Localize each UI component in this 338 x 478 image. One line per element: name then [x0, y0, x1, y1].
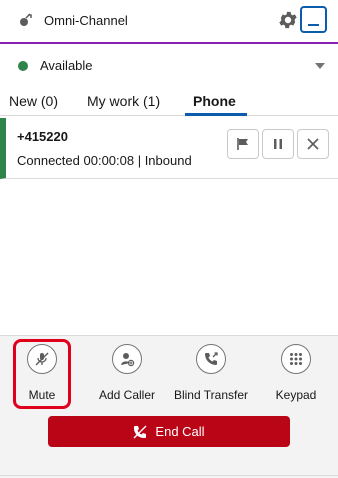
- footer-divider: [0, 475, 338, 476]
- mute-icon: [27, 344, 57, 374]
- tab-my-work[interactable]: My work (1): [87, 93, 160, 109]
- gear-icon[interactable]: [277, 9, 299, 31]
- active-tab-indicator: [185, 113, 247, 116]
- keypad-label: Keypad: [275, 388, 317, 402]
- call-status: Connected 00:00:08 | Inbound: [17, 153, 192, 168]
- status-dot: [18, 61, 28, 71]
- call-controls-panel: Mute Add Caller Blind Transfer Keypad En…: [0, 335, 338, 478]
- tab-phone[interactable]: Phone: [193, 93, 236, 109]
- end-call-label: End Call: [155, 424, 205, 439]
- omni-channel-header: Omni-Channel: [0, 0, 338, 44]
- chevron-down-icon: [315, 63, 325, 69]
- caller-number: +415220: [17, 129, 68, 144]
- flag-icon: [237, 138, 248, 150]
- hold-button[interactable]: [262, 129, 294, 159]
- keypad-icon: [281, 344, 311, 374]
- add-caller-button[interactable]: Add Caller: [96, 344, 158, 402]
- tab-new[interactable]: New (0): [9, 93, 58, 109]
- keypad-button[interactable]: Keypad: [273, 344, 319, 402]
- blind-transfer-label: Blind Transfer: [173, 388, 249, 402]
- mute-button[interactable]: Mute: [21, 344, 63, 402]
- mute-label: Mute: [28, 388, 56, 402]
- omni-channel-icon: [20, 13, 32, 26]
- blind-transfer-icon: [196, 344, 226, 374]
- add-caller-icon: [112, 344, 142, 374]
- status-label: Available: [40, 58, 93, 73]
- end-call-icon: [133, 425, 147, 438]
- flag-button[interactable]: [227, 129, 259, 159]
- status-selector[interactable]: Available: [0, 46, 338, 86]
- pause-icon: [274, 139, 282, 149]
- close-button[interactable]: [297, 129, 329, 159]
- tab-bar: New (0) My work (1) Phone: [0, 86, 338, 116]
- close-icon: [307, 138, 319, 150]
- add-caller-label: Add Caller: [98, 388, 156, 402]
- header-title: Omni-Channel: [44, 13, 128, 28]
- minimize-button[interactable]: [300, 6, 327, 33]
- end-call-button[interactable]: End Call: [48, 416, 290, 447]
- blind-transfer-button[interactable]: Blind Transfer: [173, 344, 249, 402]
- active-call-item[interactable]: +415220 Connected 00:00:08 | Inbound: [0, 118, 338, 179]
